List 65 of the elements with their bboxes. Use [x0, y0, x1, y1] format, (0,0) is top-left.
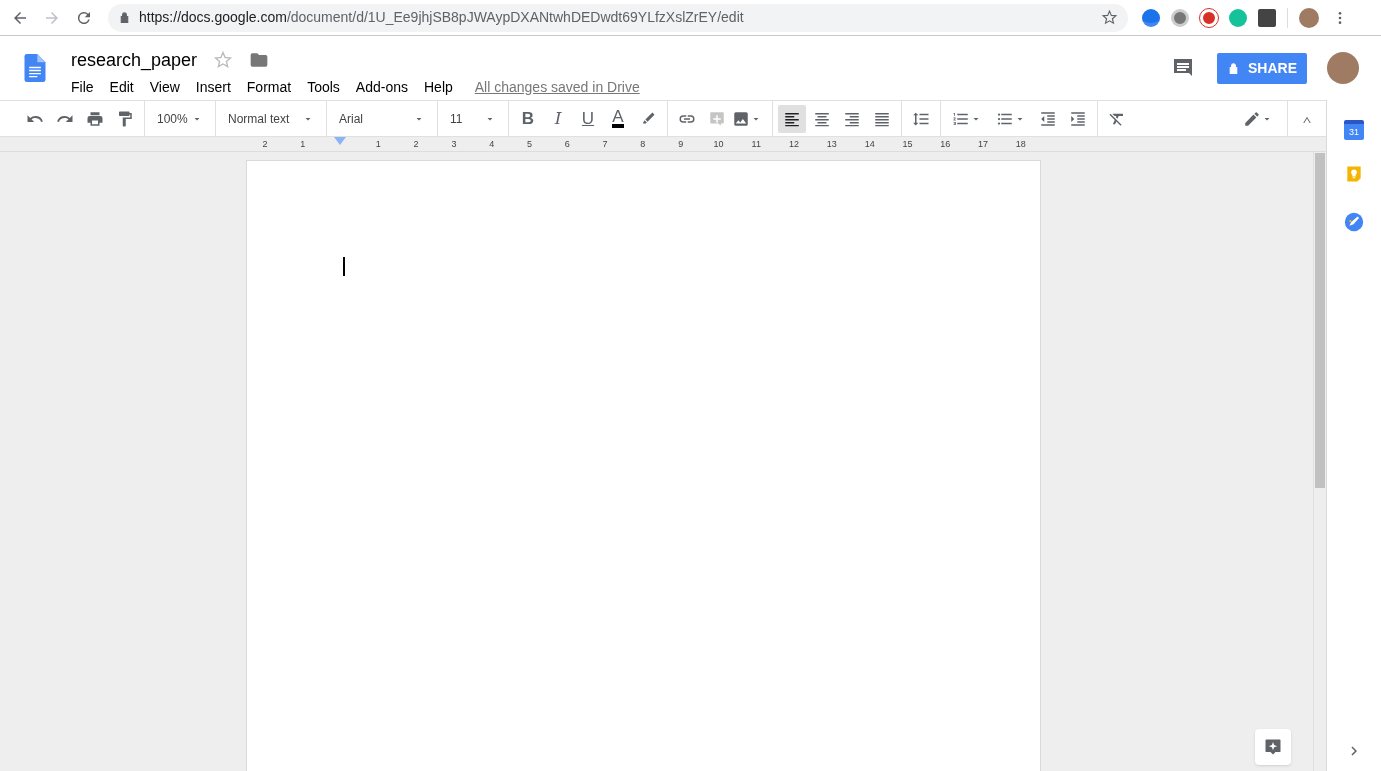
star-icon: [213, 50, 234, 70]
menu-item[interactable]: File: [70, 75, 102, 99]
ruler-number: 7: [601, 138, 609, 151]
folder-icon: [249, 50, 270, 70]
extension-icon[interactable]: [1258, 8, 1276, 27]
ruler-number: 9: [677, 138, 685, 151]
bookmark-star-icon: [1101, 9, 1118, 26]
account-avatar[interactable]: [1327, 52, 1359, 84]
ruler-number: 1: [374, 138, 382, 151]
align-left-button[interactable]: [778, 104, 806, 133]
ruler-number: 3: [450, 138, 458, 151]
document-title[interactable]: research_paper: [70, 46, 199, 74]
ruler-number: 16: [939, 138, 952, 151]
image-icon: [732, 109, 750, 128]
ruler-number: 13: [825, 138, 838, 151]
font-size-dropdown[interactable]: 11: [442, 104, 504, 133]
share-button[interactable]: SHARE: [1217, 52, 1307, 84]
italic-button[interactable]: I: [543, 104, 573, 133]
menu-item[interactable]: Format: [238, 75, 300, 99]
menu-item[interactable]: Help: [416, 75, 461, 99]
ruler-number: 17: [977, 138, 990, 151]
ruler-number: 18: [1014, 138, 1027, 151]
paint-roller-icon: [116, 109, 134, 128]
save-status-link[interactable]: All changes saved in Drive: [474, 76, 640, 98]
font-dropdown[interactable]: Arial: [331, 104, 433, 133]
extension-icon[interactable]: [1171, 8, 1189, 27]
bold-button[interactable]: B: [513, 104, 543, 133]
explore-icon: [1263, 737, 1283, 757]
add-comment-icon: [708, 109, 726, 128]
ruler-number: 12: [788, 138, 801, 151]
extension-icon[interactable]: [1142, 8, 1160, 27]
ruler-number: 6: [563, 138, 571, 151]
lock-icon: [1227, 61, 1240, 75]
profile-avatar[interactable]: [1299, 7, 1319, 28]
ruler-number: 1: [299, 138, 307, 151]
pencil-icon: [1243, 109, 1261, 128]
tasks-icon: [1343, 211, 1365, 233]
style-dropdown[interactable]: Normal text: [220, 104, 322, 133]
menu-item[interactable]: Add-ons: [347, 75, 416, 99]
decrease-indent-icon: [1039, 109, 1057, 128]
ruler-number: 14: [863, 138, 876, 151]
ruler-number: 10: [712, 138, 725, 151]
increase-indent-icon: [1069, 109, 1087, 128]
ruler-number: 5: [525, 138, 533, 151]
underline-button[interactable]: U: [573, 104, 603, 133]
text-color-button[interactable]: A: [603, 104, 633, 133]
ruler-number: 15: [901, 138, 914, 151]
url-text: https://docs.google.com/document/d/1U_Ee9jhjSB8pJWAypDXANtwhDEDwdt69YLfzXslZrEY/edit: [139, 8, 745, 27]
menu-item[interactable]: Edit: [101, 75, 142, 99]
text-cursor: [343, 257, 345, 276]
address-bar[interactable]: https://docs.google.com/document/d/1U_Ee9jhjSB8pJWAypDXANtwhDEDwdt69YLfzXslZrEY/edit: [108, 3, 1128, 32]
ruler-number: 2: [412, 138, 420, 151]
explore-button[interactable]: [1255, 729, 1291, 765]
ruler-number: 8: [639, 138, 647, 151]
menu-item[interactable]: Tools: [299, 75, 348, 99]
menu-item[interactable]: View: [141, 75, 188, 99]
ruler-number: 2: [261, 138, 269, 151]
ruler-number: 11: [750, 138, 762, 151]
lock-icon: [118, 11, 131, 24]
calendar-button[interactable]: 31: [1344, 120, 1364, 140]
print-icon: [86, 109, 104, 128]
ruler-number: 4: [488, 138, 496, 151]
zoom-dropdown[interactable]: 100%: [149, 104, 211, 133]
menu-item[interactable]: Insert: [187, 75, 239, 99]
keep-icon: [1344, 164, 1364, 184]
